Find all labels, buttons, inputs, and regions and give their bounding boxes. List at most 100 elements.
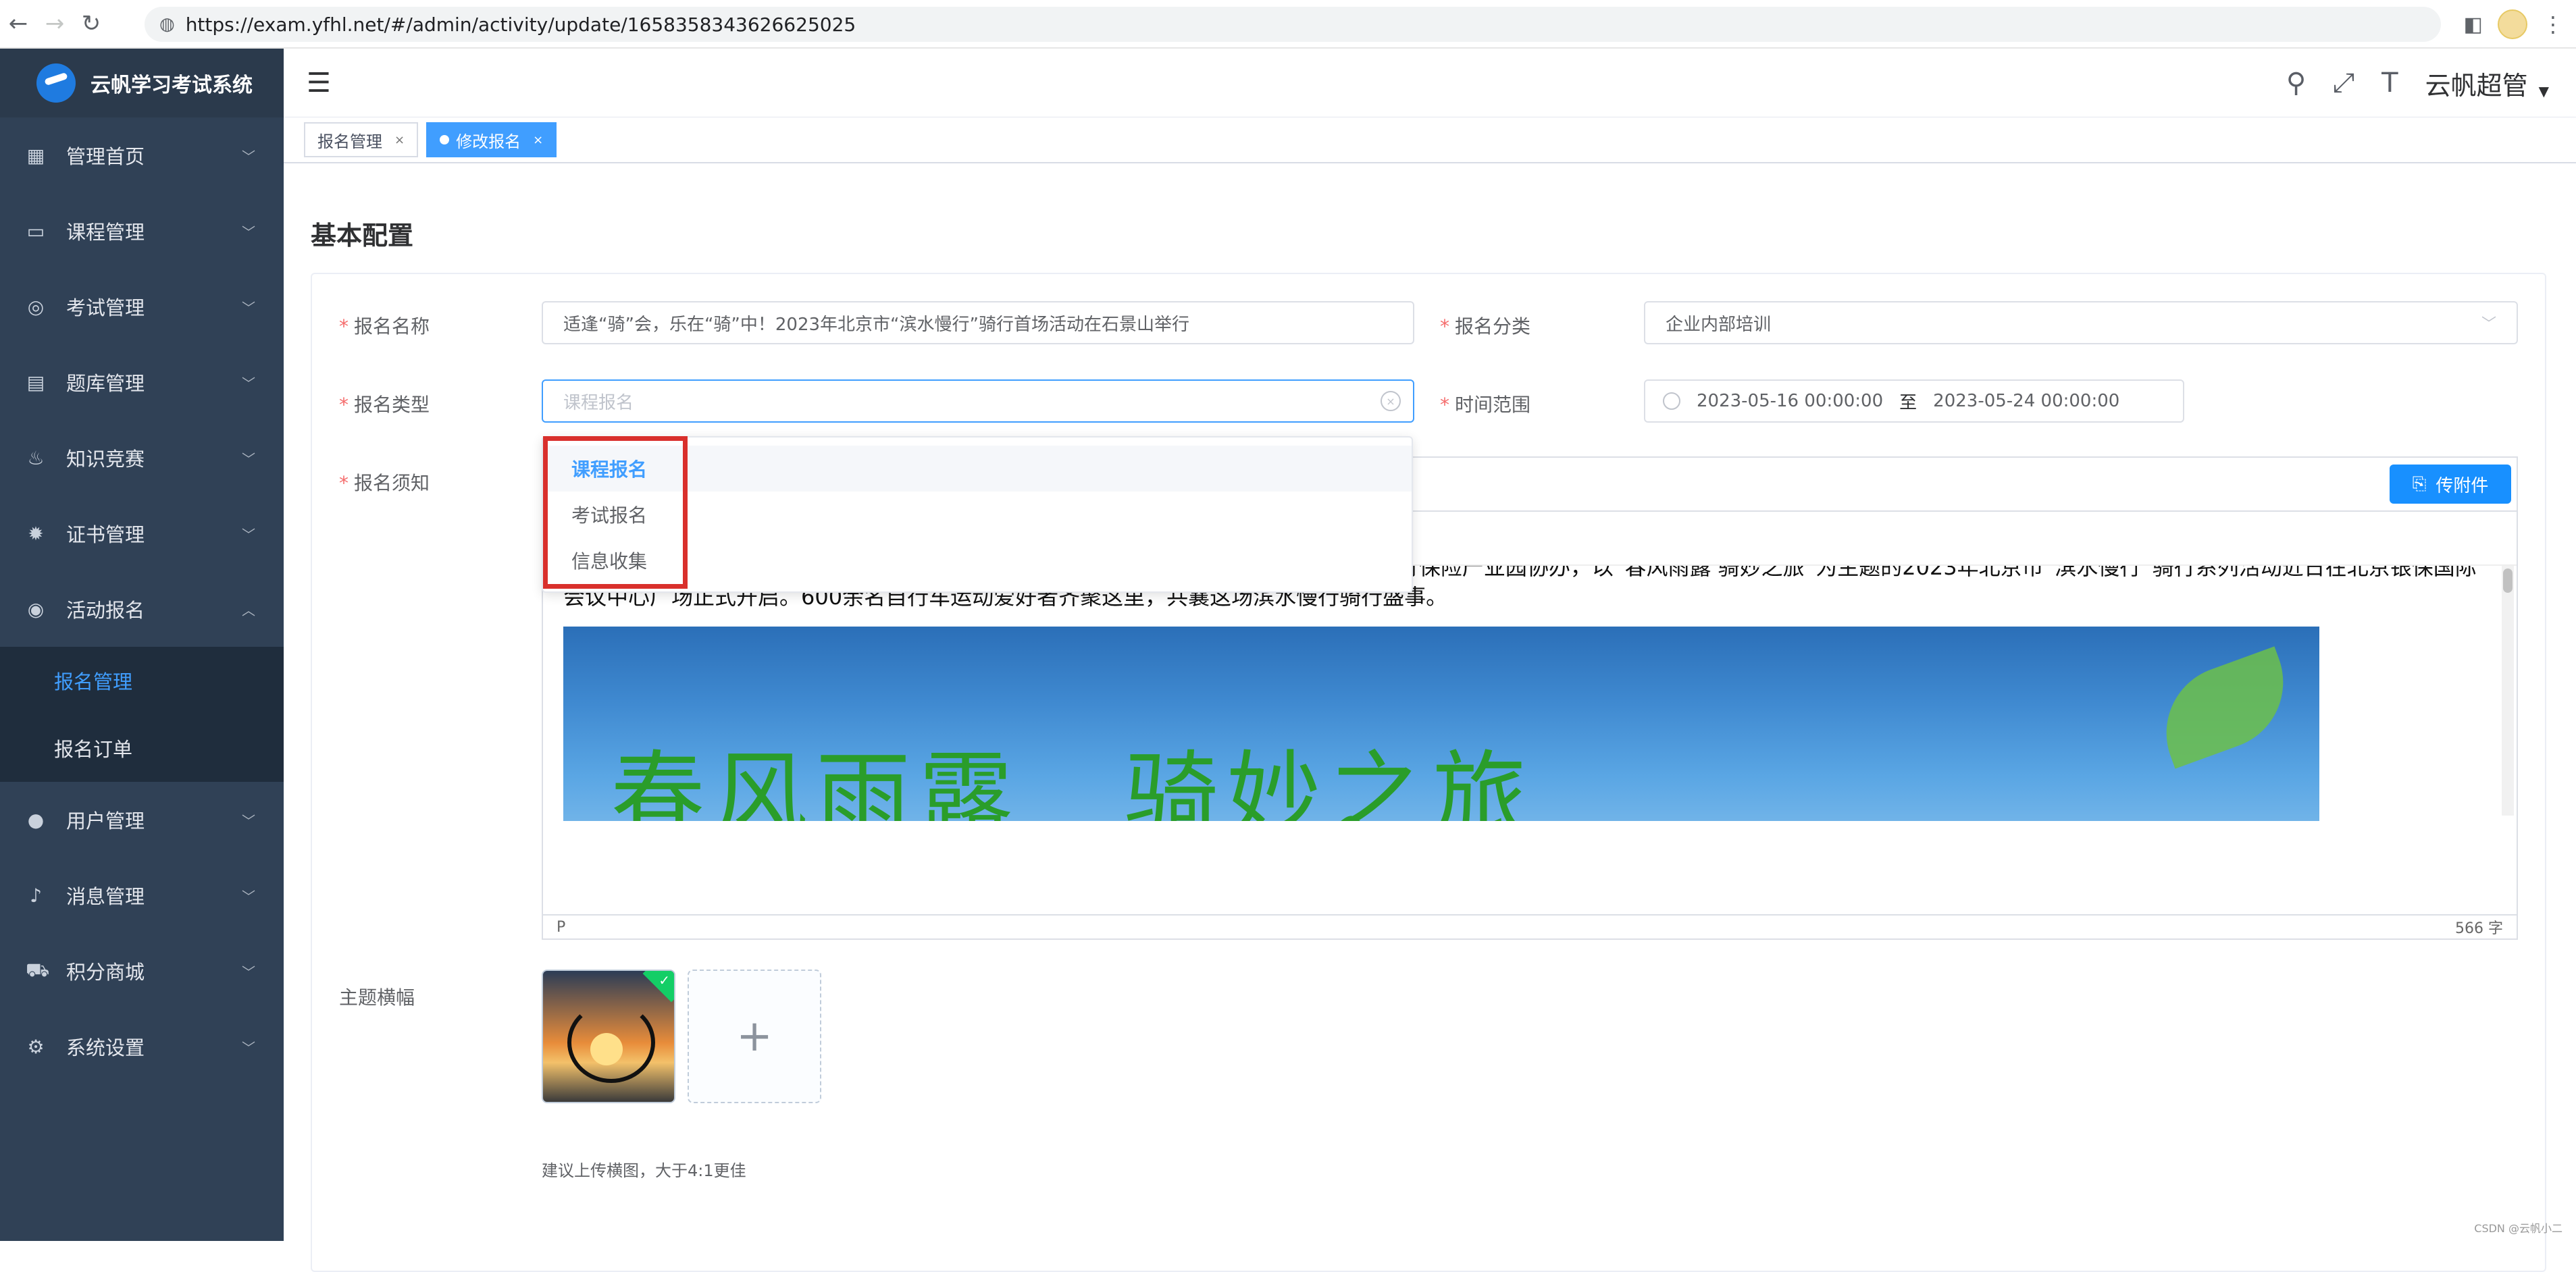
section-title: 基本配置 [311, 215, 413, 252]
check-icon: ✓ [659, 972, 670, 988]
tag-registration-management[interactable]: 报名管理 × [304, 122, 418, 157]
range-separator: 至 [1899, 389, 1917, 414]
sidebar-item-dashboard[interactable]: ▦ 管理首页 ﹀ [0, 117, 284, 193]
activity-icon: ◉ [26, 598, 46, 620]
name-input[interactable]: 适逢“骑”会，乐在“骑”中！2023年北京市“滨水慢行”骑行首场活动在石景山举行 [542, 301, 1414, 344]
banner-thumbnail[interactable]: ✓ [542, 970, 675, 1103]
chevron-down-icon: ﹀ [242, 297, 255, 317]
name-label: *报名名称 [339, 312, 430, 339]
certificate-icon: ✹ [26, 523, 46, 545]
chevron-down-icon: ﹀ [242, 373, 255, 392]
category-select[interactable]: 企业内部培训 ﹀ [1644, 301, 2518, 344]
fullscreen-icon[interactable]: ⤢ [2333, 68, 2354, 99]
clear-icon[interactable]: × [1381, 391, 1401, 411]
required-mark: * [339, 472, 349, 494]
clock-icon [1663, 392, 1680, 410]
time-start-value[interactable]: 2023-05-16 00:00:00 [1697, 391, 1883, 411]
chevron-down-icon: ﹀ [242, 1037, 255, 1057]
label-text: 报名须知 [354, 472, 430, 494]
label-text: 报名分类 [1455, 315, 1530, 338]
plus-icon: + [736, 1011, 773, 1061]
sidebar-item-exam[interactable]: ◎ 考试管理 ﹀ [0, 269, 284, 344]
sidebar-item-settings[interactable]: ⚙ 系统设置 ﹀ [0, 1009, 284, 1084]
time-range-picker[interactable]: 2023-05-16 00:00:00 至 2023-05-24 00:00:0… [1644, 379, 2184, 423]
sidebar-item-users[interactable]: ● 用户管理 ﹀ [0, 782, 284, 857]
type-select-placeholder: 课程报名 [563, 389, 634, 414]
sidebar-item-label: 知识竞赛 [66, 444, 145, 472]
banner-label: 主题横幅 [339, 983, 415, 1010]
sidebar-item-certificate[interactable]: ✹ 证书管理 ﹀ [0, 496, 284, 571]
gear-icon: ⚙ [26, 1036, 46, 1058]
search-icon[interactable]: ⚲ [2286, 68, 2306, 99]
chevron-down-icon: ﹀ [242, 524, 255, 544]
sidebar-item-messages[interactable]: ♪ 消息管理 ﹀ [0, 857, 284, 933]
url-text: https://exam.yfhl.net/#/admin/activity/u… [186, 14, 856, 36]
name-input-value: 适逢“骑”会，乐在“骑”中！2023年北京市“滨水慢行”骑行首场活动在石景山举行 [563, 311, 1189, 336]
logo[interactable]: 云帆学习考试系统 [0, 49, 284, 117]
label-text: 报名类型 [354, 394, 430, 416]
attach-button-label: 传附件 [2436, 472, 2488, 497]
attach-file-button[interactable]: ⎘ 传附件 [2390, 465, 2511, 504]
logo-icon [36, 63, 76, 103]
reload-icon[interactable]: ↻ [73, 5, 109, 42]
attachment-icon: ⎘ [2413, 474, 2427, 495]
notice-label: *报名须知 [339, 469, 430, 496]
sidebar-item-competition[interactable]: ♨ 知识竞赛 ﹀ [0, 420, 284, 496]
sidebar-item-course[interactable]: ▭ 课程管理 ﹀ [0, 193, 284, 269]
course-icon: ▭ [26, 220, 46, 242]
sidebar-subitem-registration-orders[interactable]: 报名订单 [0, 714, 284, 782]
address-bar[interactable]: ◍ https://exam.yfhl.net/#/admin/activity… [145, 7, 2441, 42]
editor-scrollbar[interactable] [2502, 566, 2514, 816]
label-text: 时间范围 [1455, 394, 1530, 416]
header: ☰ ⚲ ⤢ T 云帆超管 ▼ [284, 49, 2576, 117]
back-icon[interactable]: ← [0, 5, 36, 42]
leaf-decoration [2148, 646, 2302, 768]
required-mark: * [1440, 394, 1449, 416]
user-name[interactable]: 云帆超管 [2425, 65, 2528, 102]
scroll-thumb[interactable] [2503, 568, 2513, 593]
sidebar-item-label: 课程管理 [66, 217, 145, 245]
tags-view: 报名管理 × 修改报名 × [284, 117, 2576, 163]
sidebar-item-question-bank[interactable]: ▤ 题库管理 ﹀ [0, 344, 284, 420]
sidebar-item-label: 题库管理 [66, 368, 145, 396]
tag-edit-registration[interactable]: 修改报名 × [426, 122, 557, 157]
chevron-up-icon: ︿ [242, 600, 255, 619]
sidebar-item-label: 管理首页 [66, 141, 145, 169]
submenu-activity: 报名管理 报名订单 [0, 647, 284, 782]
chevron-down-icon: ﹀ [2481, 312, 2496, 334]
sidebar-toggle-icon[interactable]: ◧ [2464, 13, 2483, 36]
upload-tip: 建议上传横图，大于4:1更佳 [542, 1157, 746, 1181]
sidebar-item-activity[interactable]: ◉ 活动报名 ︿ [0, 571, 284, 647]
browser-toolbar: ← → ↻ ◍ https://exam.yfhl.net/#/admin/ac… [0, 0, 2576, 49]
sidebar-item-label: 用户管理 [66, 805, 145, 834]
font-size-icon[interactable]: T [2381, 68, 2398, 99]
sidebar-item-label: 活动报名 [66, 595, 145, 623]
close-icon[interactable]: × [394, 133, 405, 147]
type-select[interactable]: 课程报名 × [542, 379, 1414, 423]
close-icon[interactable]: × [533, 133, 543, 147]
sidebar-item-label: 证书管理 [66, 519, 145, 548]
forward-icon[interactable]: → [36, 5, 73, 42]
sidebar-subitem-registration-management[interactable]: 报名管理 [0, 647, 284, 714]
chevron-down-icon: ﹀ [242, 810, 255, 830]
editor-image[interactable]: 春风雨露 骑妙之旅 [563, 627, 2319, 821]
time-end-value[interactable]: 2023-05-24 00:00:00 [1933, 391, 2119, 411]
image-caption-text: 春风雨露 骑妙之旅 [611, 782, 1535, 812]
menu-toggle-icon[interactable]: ☰ [307, 68, 331, 99]
question-bank-icon: ▤ [26, 371, 46, 394]
profile-avatar[interactable] [2498, 9, 2527, 39]
sidebar-item-label: 积分商城 [66, 957, 145, 985]
site-info-icon[interactable]: ◍ [159, 14, 175, 34]
word-count: 566 字 [2455, 916, 2503, 938]
chevron-down-icon: ﹀ [242, 221, 255, 241]
editor-content[interactable]: 由北京市体育总会主办，北京市体育总会秘书处、北京市自行车运动协会承办，北京•银行… [563, 566, 2481, 821]
time-range-label: * 时间范围 [1440, 390, 1530, 417]
more-menu-icon[interactable]: ⋮ [2542, 11, 2564, 37]
caret-down-icon[interactable]: ▼ [2539, 83, 2549, 99]
label-text: 报名名称 [354, 315, 430, 338]
sidebar-item-points-mall[interactable]: ⛟ 积分商城 ﹀ [0, 933, 284, 1009]
chevron-down-icon: ﹀ [242, 448, 255, 468]
upload-add-button[interactable]: + [688, 970, 821, 1103]
tag-label: 报名管理 [317, 128, 382, 152]
exam-icon: ◎ [26, 296, 46, 318]
